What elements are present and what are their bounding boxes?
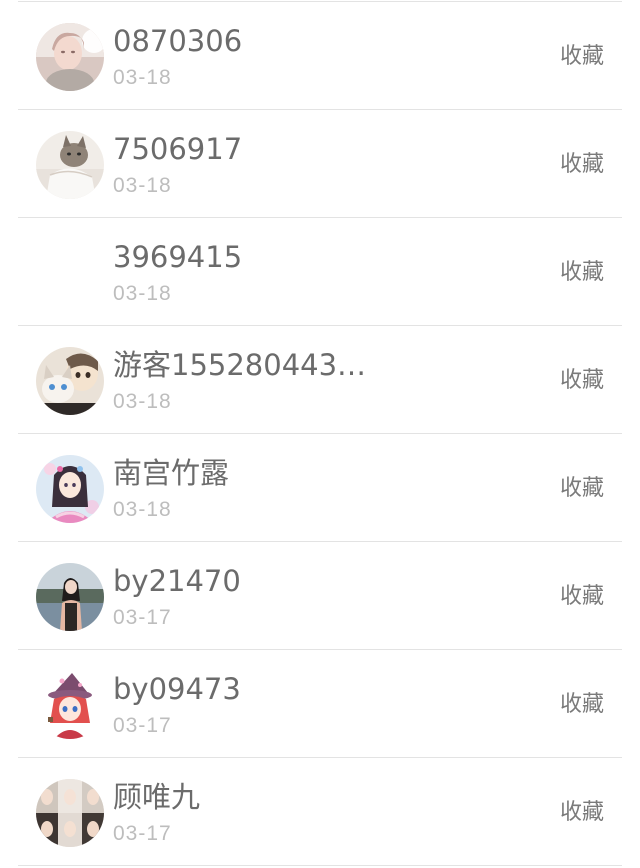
list-item[interactable]: 顾唯九 03-17 收藏	[0, 758, 640, 866]
item-date: 03-18	[113, 66, 172, 89]
avatar-collage-icon[interactable]	[36, 779, 104, 847]
favorite-button[interactable]: 收藏	[560, 475, 604, 503]
user-name: by09473	[113, 672, 241, 706]
item-date: 03-18	[113, 498, 172, 521]
list-item[interactable]: 游客155280443… 03-18 收藏	[0, 326, 640, 434]
list-item[interactable]: by21470 03-17 收藏	[0, 542, 640, 650]
item-date: 03-17	[113, 822, 172, 845]
favorite-button[interactable]: 收藏	[560, 259, 604, 287]
user-name: 0870306	[113, 24, 243, 58]
avatar-woman-photo-icon[interactable]	[36, 23, 104, 91]
item-date: 03-17	[113, 606, 172, 629]
favorite-user-list: 0870306 03-18 收藏 7506917 03-18 收藏 396941…	[0, 0, 640, 868]
user-name: 顾唯九	[113, 780, 201, 814]
avatar-anime-girl-icon[interactable]	[36, 455, 104, 523]
user-name: 3969415	[113, 240, 243, 274]
list-item[interactable]: 0870306 03-18 收藏	[0, 2, 640, 110]
avatar-anime-witch-icon[interactable]	[36, 671, 104, 739]
list-item[interactable]: 南宫竹露 03-18 收藏	[0, 434, 640, 542]
favorite-button[interactable]: 收藏	[560, 583, 604, 611]
favorite-button[interactable]: 收藏	[560, 799, 604, 827]
user-name: 7506917	[113, 132, 243, 166]
list-item[interactable]: 3969415 03-18 收藏	[0, 218, 640, 326]
item-date: 03-18	[113, 390, 172, 413]
item-date: 03-18	[113, 174, 172, 197]
item-date: 03-18	[113, 282, 172, 305]
list-item[interactable]: 7506917 03-18 收藏	[0, 110, 640, 218]
user-name: 南宫竹露	[113, 456, 230, 490]
avatar-cat-photo-icon[interactable]	[36, 131, 104, 199]
user-name: by21470	[113, 564, 241, 598]
avatar-anime-cat-icon[interactable]	[36, 347, 104, 415]
favorite-button[interactable]: 收藏	[560, 691, 604, 719]
user-name: 游客155280443…	[113, 348, 367, 382]
favorite-button[interactable]: 收藏	[560, 151, 604, 179]
favorite-button[interactable]: 收藏	[560, 367, 604, 395]
favorite-button[interactable]: 收藏	[560, 43, 604, 71]
item-date: 03-17	[113, 714, 172, 737]
list-item[interactable]: by09473 03-17 收藏	[0, 650, 640, 758]
avatar-girl-seaside-icon[interactable]	[36, 563, 104, 631]
